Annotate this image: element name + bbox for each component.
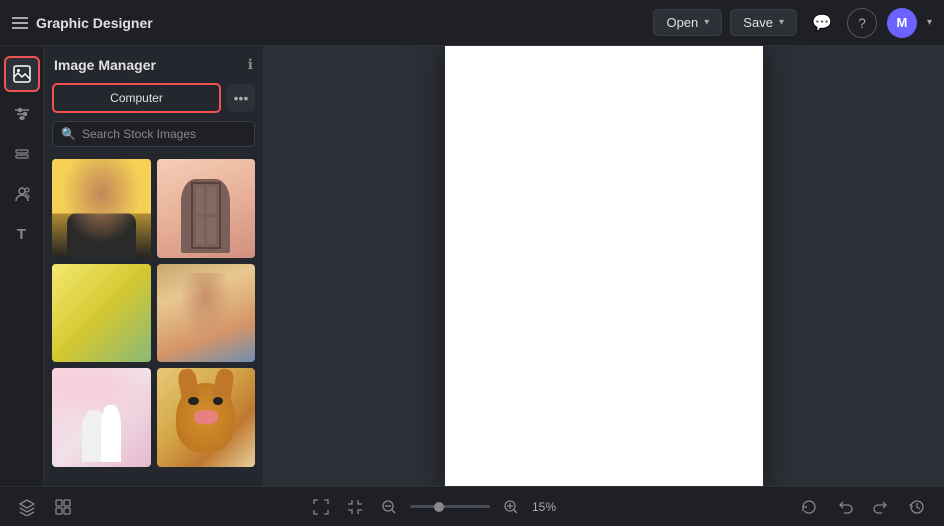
hamburger-menu-icon[interactable] (12, 17, 28, 29)
image-thumb-3[interactable] (52, 264, 151, 363)
sidebar-item-images[interactable] (4, 56, 40, 92)
avatar-chevron-icon[interactable]: ▾ (927, 17, 932, 28)
app-title: Graphic Designer (36, 15, 153, 31)
search-icon: 🔍 (61, 127, 76, 141)
info-icon[interactable]: ℹ (248, 56, 253, 73)
zoom-thumb[interactable] (434, 502, 444, 512)
chat-icon[interactable]: 💬 (807, 8, 837, 38)
help-icon[interactable]: ? (847, 8, 877, 38)
shrink-icon[interactable] (342, 494, 368, 520)
sidebar-item-filters[interactable] (4, 96, 40, 132)
image-thumb-4[interactable] (157, 264, 256, 363)
icon-nav: T (0, 46, 44, 486)
save-chevron-icon: ▾ (779, 17, 784, 28)
grid-bottom-icon[interactable] (50, 494, 76, 520)
zoom-in-icon[interactable] (498, 494, 524, 520)
topbar-left: Graphic Designer (12, 15, 643, 31)
bottom-left-tools (14, 494, 76, 520)
sidebar-item-people[interactable] (4, 176, 40, 212)
image-manager-panel: Image Manager ℹ Computer ••• 🔍 Search St… (44, 46, 264, 486)
avatar[interactable]: M (887, 8, 917, 38)
fit-screen-icon[interactable] (308, 494, 334, 520)
reset-icon[interactable] (796, 494, 822, 520)
image-thumb-2[interactable] (157, 159, 256, 258)
main-area: T Image Manager ℹ Computer ••• 🔍 Search … (0, 46, 944, 486)
open-button[interactable]: Open ▾ (653, 9, 722, 36)
tab-computer[interactable]: Computer (52, 83, 221, 113)
topbar: Graphic Designer Open ▾ Save ▾ 💬 ? M ▾ (0, 0, 944, 46)
topbar-center: Open ▾ Save ▾ (653, 9, 797, 36)
redo-icon[interactable] (868, 494, 894, 520)
panel-header: Image Manager ℹ (52, 56, 255, 73)
layers-bottom-icon[interactable] (14, 494, 40, 520)
undo-icon[interactable] (832, 494, 858, 520)
tab-more-button[interactable]: ••• (227, 84, 255, 112)
search-bar[interactable]: 🔍 Search Stock Images (52, 121, 255, 147)
search-placeholder-text: Search Stock Images (82, 127, 196, 141)
image-grid (52, 159, 255, 467)
canvas-area (264, 46, 944, 486)
sidebar-item-layers[interactable] (4, 136, 40, 172)
image-thumb-1[interactable] (52, 159, 151, 258)
bottom-center-tools: 15% (308, 494, 564, 520)
history-icon[interactable] (904, 494, 930, 520)
save-button[interactable]: Save ▾ (730, 9, 797, 36)
topbar-right: 💬 ? M ▾ (807, 8, 932, 38)
panel-title: Image Manager (54, 57, 156, 73)
image-thumb-6[interactable] (157, 368, 256, 467)
sidebar-item-text[interactable]: T (4, 216, 40, 252)
zoom-out-icon[interactable] (376, 494, 402, 520)
canvas-page (445, 46, 763, 486)
zoom-slider[interactable] (410, 505, 490, 508)
bottom-right-tools (796, 494, 930, 520)
bottombar: 15% (0, 486, 944, 526)
image-thumb-5[interactable] (52, 368, 151, 467)
open-chevron-icon: ▾ (704, 17, 709, 28)
panel-tabs: Computer ••• (52, 83, 255, 113)
zoom-value: 15% (532, 500, 564, 514)
